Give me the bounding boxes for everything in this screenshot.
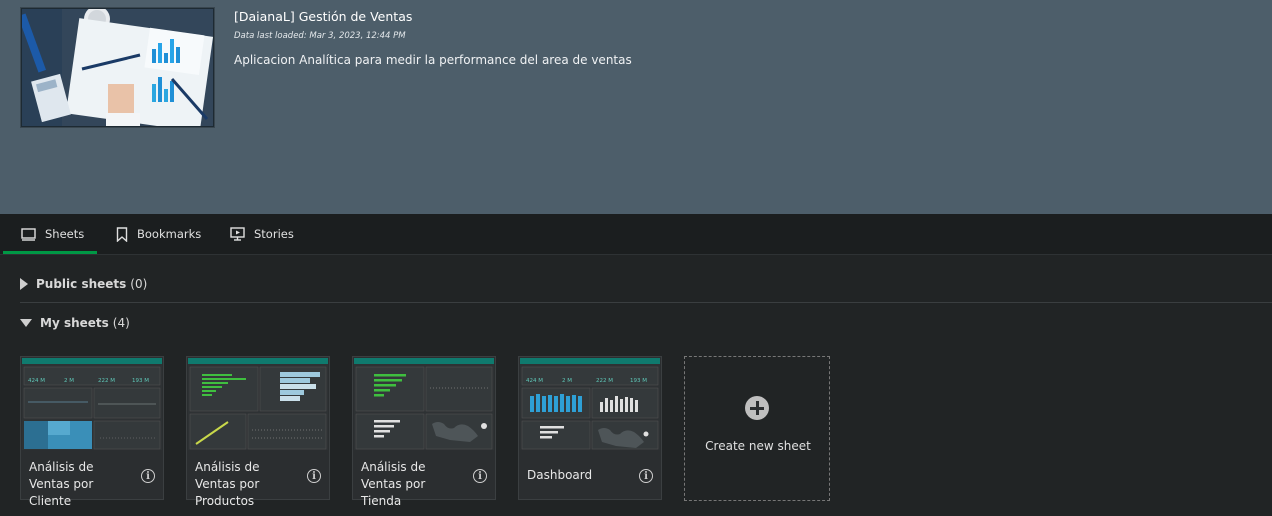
active-tab-indicator	[3, 251, 97, 254]
caret-right-icon	[20, 278, 28, 290]
sheet-title: Análisis de Ventas por Cliente	[29, 460, 94, 508]
public-sheets-label: Public sheets	[36, 277, 127, 291]
svg-text:222 M: 222 M	[98, 378, 115, 384]
svg-text:424 M: 424 M	[28, 378, 45, 384]
tab-stories[interactable]: Stories	[230, 214, 294, 254]
tab-bookmarks[interactable]: Bookmarks	[116, 214, 201, 254]
tab-bar: Sheets Bookmarks Stories	[0, 214, 1272, 255]
info-icon[interactable]: i	[307, 469, 321, 483]
svg-text:193 M: 193 M	[132, 378, 149, 384]
svg-text:193 M: 193 M	[630, 378, 647, 384]
sheet-title: Análisis de Ventas por Productos	[195, 460, 260, 508]
public-sheets-count: (0)	[130, 277, 148, 291]
sheet-title: Análisis de Ventas por Tienda	[361, 460, 426, 508]
bookmark-icon	[116, 226, 128, 242]
section-divider	[20, 302, 1272, 303]
tab-sheets[interactable]: Sheets	[21, 214, 84, 254]
app-title: [DaianaL] Gestión de Ventas	[234, 9, 413, 24]
svg-text:2 M: 2 M	[562, 378, 572, 384]
info-icon[interactable]: i	[473, 469, 487, 483]
svg-text:424 M: 424 M	[526, 378, 543, 384]
info-icon[interactable]: i	[141, 469, 155, 483]
tab-bookmarks-label: Bookmarks	[137, 227, 202, 241]
my-sheets-count: (4)	[112, 316, 130, 330]
svg-text:2 M: 2 M	[64, 378, 74, 384]
create-new-sheet-label: Create new sheet	[705, 439, 811, 453]
stories-icon	[230, 227, 245, 241]
tab-stories-label: Stories	[254, 227, 294, 241]
create-new-sheet-button[interactable]: Create new sheet	[684, 356, 830, 501]
sheet-card-cliente[interactable]: 424 M 2 M 222 M 193 M Análisis de Ventas…	[20, 356, 164, 508]
app-description: Aplicacion Analítica para medir la perfo…	[234, 53, 632, 67]
svg-text:222 M: 222 M	[596, 378, 613, 384]
tab-sheets-label: Sheets	[45, 227, 85, 241]
info-icon[interactable]: i	[639, 469, 653, 483]
app-header: [DaianaL] Gestión de Ventas Data last lo…	[0, 0, 1272, 214]
sheet-thumbnail	[188, 358, 328, 450]
data-last-loaded: Data last loaded: Mar 3, 2023, 12:44 PM	[234, 31, 406, 41]
sheet-card-tienda[interactable]: Análisis de Ventas por Tienda i	[352, 356, 496, 508]
sheet-card-productos[interactable]: Análisis de Ventas por Productos i	[186, 356, 330, 508]
app-thumbnail	[21, 8, 214, 127]
sheet-icon	[21, 227, 36, 241]
plus-circle-icon	[745, 396, 769, 420]
public-sheets-toggle[interactable]: Public sheets (0)	[20, 277, 147, 291]
my-sheets-toggle[interactable]: My sheets (4)	[20, 316, 130, 330]
my-sheets-label: My sheets	[40, 316, 109, 330]
sheet-thumbnail	[354, 358, 494, 450]
sheet-card-dashboard[interactable]: 424 M 2 M 222 M 193 M Dashboard i	[518, 356, 662, 500]
sheet-thumbnail: 424 M 2 M 222 M 193 M	[520, 358, 660, 450]
caret-down-icon	[20, 319, 32, 327]
sheet-thumbnail: 424 M 2 M 222 M 193 M	[22, 358, 162, 450]
sheet-title: Dashboard	[527, 468, 593, 482]
